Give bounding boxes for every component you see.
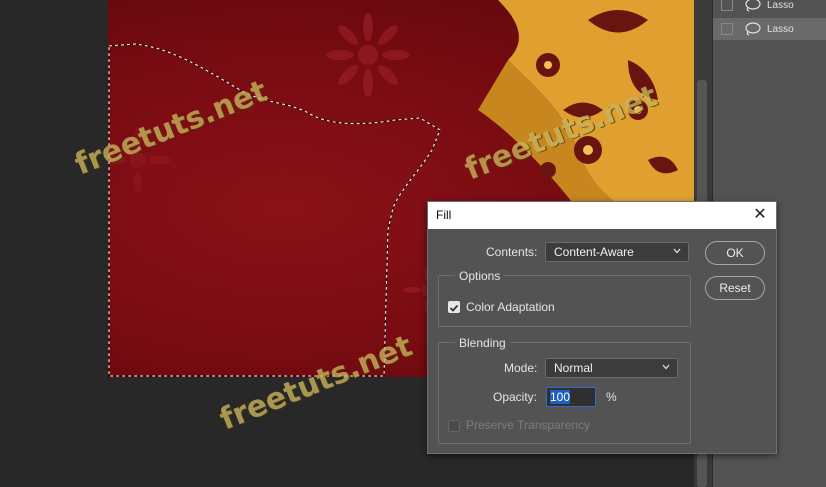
- reset-button[interactable]: Reset: [705, 276, 765, 300]
- lasso-icon: [745, 22, 761, 36]
- mode-value: Normal: [554, 361, 593, 375]
- preserve-transparency-label: Preserve Transparency: [466, 418, 591, 432]
- close-icon[interactable]: ✕: [752, 206, 768, 224]
- preserve-transparency-checkbox[interactable]: [448, 420, 460, 432]
- checkmark-icon: [449, 304, 459, 312]
- contents-select[interactable]: Content-Aware: [545, 242, 689, 262]
- history-item[interactable]: Lasso: [713, 0, 826, 16]
- history-checkbox[interactable]: [721, 23, 733, 35]
- color-adaptation-checkbox[interactable]: [448, 301, 460, 313]
- opacity-label: Opacity:: [493, 390, 538, 404]
- color-adaptation-label: Color Adaptation: [466, 300, 555, 314]
- contents-value: Content-Aware: [554, 245, 634, 259]
- mode-select[interactable]: Normal: [545, 358, 678, 378]
- history-checkbox[interactable]: [721, 0, 733, 11]
- opacity-value: 100: [550, 390, 571, 404]
- lasso-icon: [745, 0, 761, 12]
- chevron-down-icon: [662, 364, 670, 370]
- options-title: Options: [455, 269, 505, 283]
- blending-title: Blending: [455, 336, 510, 350]
- mode-label: Mode:: [504, 361, 538, 375]
- chevron-down-icon: [673, 248, 681, 254]
- history-item-label: Lasso: [767, 0, 794, 11]
- history-item-label: Lasso: [767, 23, 794, 35]
- fill-dialog: Fill ✕ Contents: Content-Aware OK Reset …: [427, 201, 777, 454]
- opacity-input[interactable]: 100: [546, 387, 596, 407]
- contents-label: Contents:: [486, 245, 538, 259]
- ok-button[interactable]: OK: [705, 241, 765, 265]
- dialog-title: Fill: [436, 208, 452, 222]
- opacity-unit: %: [606, 390, 617, 404]
- history-item-selected[interactable]: Lasso: [713, 18, 826, 40]
- dialog-title-bar[interactable]: Fill ✕: [428, 202, 776, 229]
